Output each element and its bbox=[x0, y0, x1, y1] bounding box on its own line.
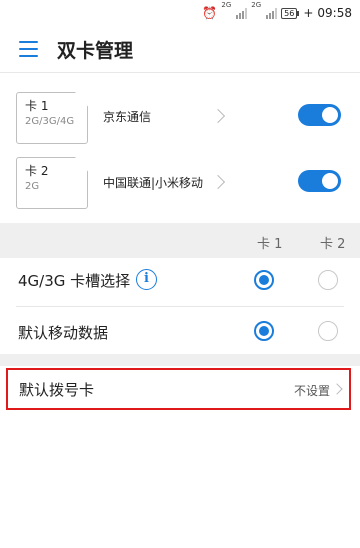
sim-network-types: 2G bbox=[25, 181, 40, 192]
default-dial-label: 默认拨号卡 bbox=[19, 381, 95, 399]
network-type-1: 2G bbox=[221, 1, 232, 9]
sim-1-toggle[interactable] bbox=[298, 104, 341, 126]
default-data-label: 默认移动数据 bbox=[18, 324, 109, 342]
network-type-2: 2G bbox=[251, 1, 262, 9]
divider bbox=[0, 72, 360, 73]
chevron-right-icon[interactable] bbox=[210, 174, 226, 190]
sim-2-toggle[interactable] bbox=[298, 170, 341, 192]
sim-row-1[interactable]: 卡 1 2G/3G/4G 京东通信 bbox=[0, 92, 360, 156]
battery-icon: 56 bbox=[281, 7, 300, 19]
sim-card-icon: 卡 2 2G bbox=[16, 157, 88, 209]
sim-card-icon: 卡 1 2G/3G/4G bbox=[16, 92, 88, 144]
default-data-card2-radio[interactable] bbox=[318, 321, 338, 341]
menu-icon[interactable] bbox=[19, 41, 38, 57]
plus-icon: + bbox=[303, 6, 314, 20]
default-dial-value: 不设置 bbox=[294, 384, 331, 398]
alarm-icon: ⏰ bbox=[202, 6, 218, 20]
column-header-card1: 卡 1 bbox=[257, 237, 283, 252]
sim-row-2[interactable]: 卡 2 2G 中国联通|小米移动 bbox=[0, 157, 360, 221]
sim-name: 卡 2 bbox=[25, 164, 49, 178]
chevron-right-icon[interactable] bbox=[210, 108, 226, 124]
divider bbox=[16, 306, 344, 307]
slot-selection-card2-radio[interactable] bbox=[318, 270, 338, 290]
sim-operator: 京东通信 bbox=[103, 110, 152, 124]
page-title: 双卡管理 bbox=[57, 40, 134, 62]
slot-selection-label: 4G/3G 卡槽选择 bbox=[18, 272, 131, 290]
signal-icon-1 bbox=[236, 7, 248, 19]
status-bar: ⏰ 2G 2G 56 + 09:58 bbox=[0, 0, 360, 26]
slot-selection-card1-radio[interactable] bbox=[254, 270, 274, 290]
sim-network-types: 2G/3G/4G bbox=[25, 116, 75, 127]
section-header bbox=[0, 223, 360, 258]
battery-level: 56 bbox=[281, 7, 298, 19]
default-data-card1-radio[interactable] bbox=[254, 321, 274, 341]
section-gap bbox=[0, 354, 360, 366]
status-time: 09:58 bbox=[317, 6, 352, 20]
chevron-right-icon bbox=[331, 383, 343, 395]
info-icon[interactable]: i bbox=[136, 269, 157, 290]
default-dial-card-row[interactable]: 默认拨号卡 不设置 bbox=[6, 368, 351, 410]
signal-icon-2 bbox=[266, 7, 278, 19]
sim-operator: 中国联通|小米移动 bbox=[103, 176, 204, 190]
app-bar: 双卡管理 bbox=[0, 26, 360, 72]
sim-name: 卡 1 bbox=[25, 99, 49, 113]
column-header-card2: 卡 2 bbox=[320, 237, 346, 252]
